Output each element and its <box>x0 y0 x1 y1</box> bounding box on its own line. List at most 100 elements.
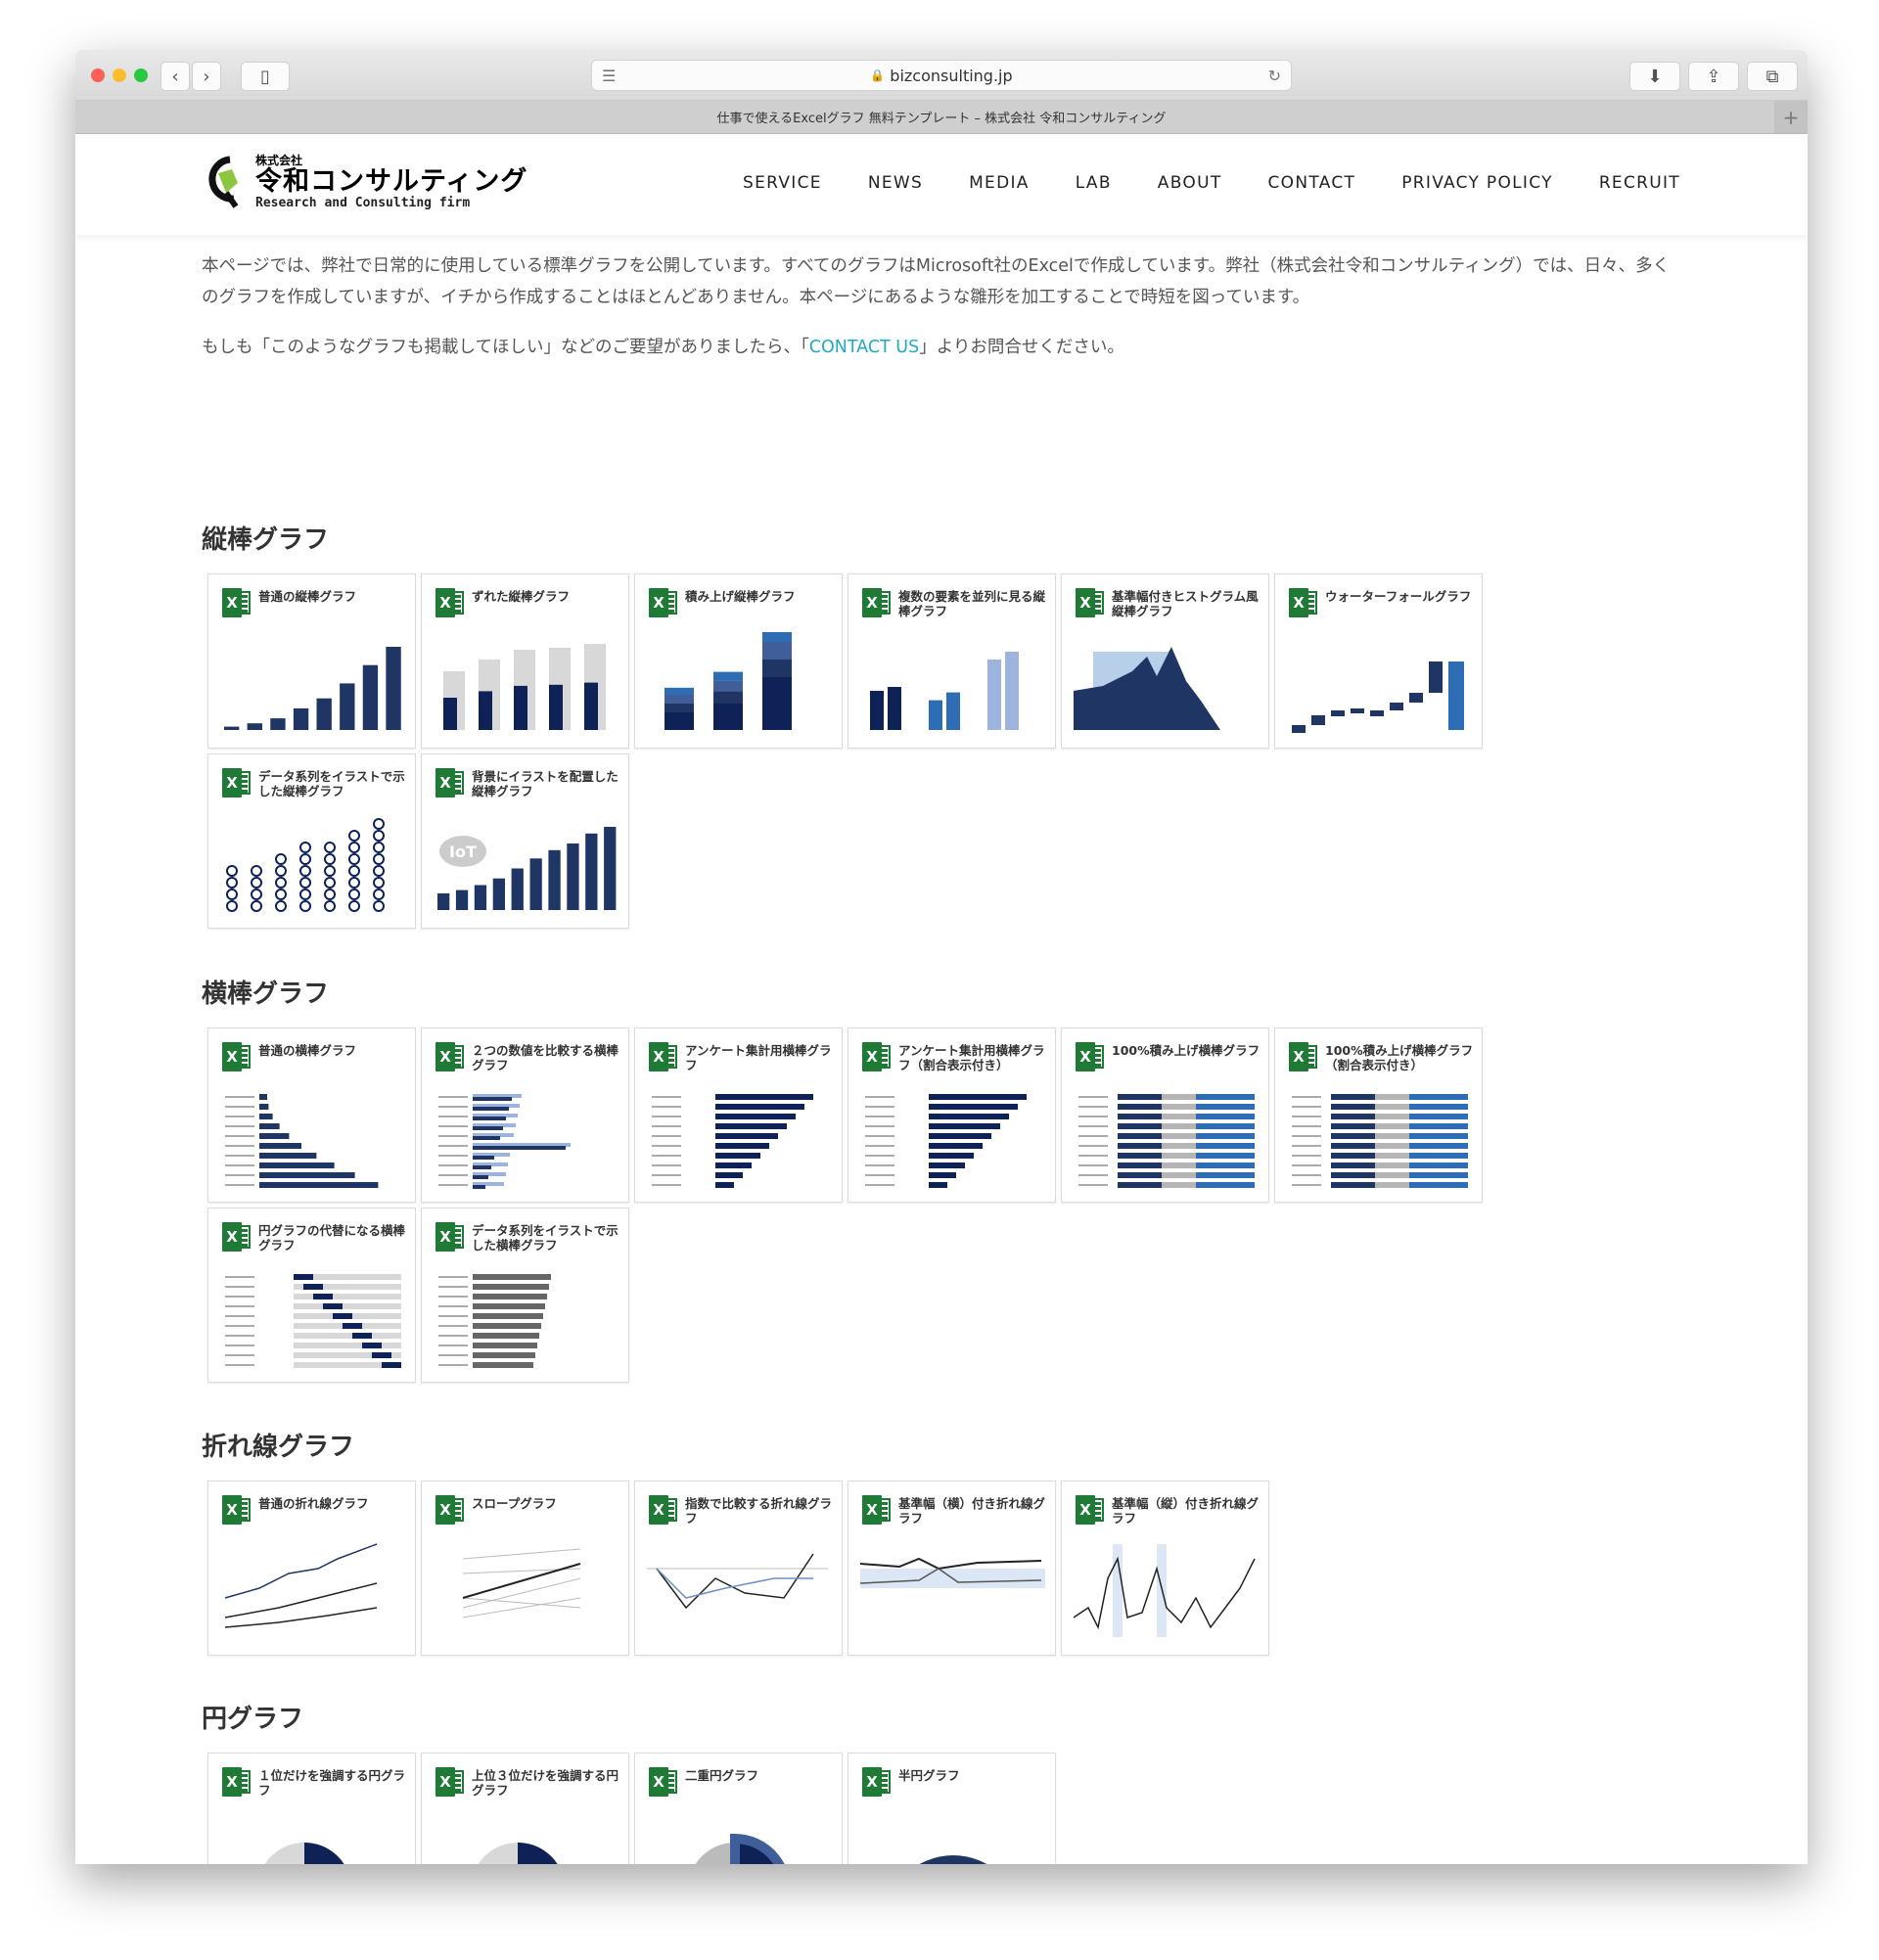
nav-recruit[interactable]: RECRUIT <box>1599 173 1680 193</box>
chart-template-card[interactable]: X ずれた縦棒グラフ <box>421 573 629 749</box>
share-icon[interactable]: ⇪ <box>1688 62 1739 91</box>
nav-news[interactable]: NEWS <box>868 173 923 193</box>
chart-thumbnail <box>443 644 606 730</box>
card-title: スロープグラフ <box>472 1496 557 1511</box>
chart-thumbnail <box>224 647 401 730</box>
chart-template-card[interactable]: X 背景にイラストを配置した縦棒グラフ IoT <box>421 753 629 929</box>
chart-template-card[interactable]: X 100%積み上げ横棒グラフ（割合表示付き） <box>1274 1027 1483 1203</box>
chart-template-card[interactable]: X 普通の縦棒グラフ <box>207 573 416 749</box>
download-icon[interactable]: ⬇ <box>1629 62 1680 91</box>
contact-text-after: 」よりお問合せください。 <box>919 338 1124 357</box>
excel-icon: X <box>435 1767 465 1797</box>
excel-icon: X <box>222 1222 252 1252</box>
address-bar[interactable]: ☰ 🔒 bizconsulting.jp ↻ <box>591 60 1292 91</box>
chart-thumbnail <box>438 1094 571 1189</box>
plus-icon[interactable]: + <box>1774 101 1808 133</box>
forward-icon[interactable]: › <box>192 62 221 91</box>
excel-icon: X <box>1289 1042 1318 1071</box>
chart-template-card[interactable]: X １位だけを強調する円グラフ <box>207 1753 416 1864</box>
chart-thumbnail <box>919 1855 987 1864</box>
chart-template-card[interactable]: X 普通の折れ線グラフ <box>207 1481 416 1656</box>
tab-active[interactable]: 仕事で使えるExcelグラフ 無料テンプレート – 株式会社 令和コンサルティン… <box>717 108 1167 126</box>
chart-thumbnail <box>226 818 385 912</box>
reload-icon[interactable]: ↻ <box>1268 67 1281 85</box>
chart-template-card[interactable]: X データ系列をイラストで示した横棒グラフ <box>421 1208 629 1383</box>
chart-template-card[interactable]: X スロープグラフ <box>421 1481 629 1656</box>
excel-icon: X <box>435 1042 465 1071</box>
chart-thumbnail <box>652 1094 813 1188</box>
chart-thumbnail <box>647 1553 828 1610</box>
chart-thumbnail <box>1292 661 1464 733</box>
section-title: 円グラフ <box>202 1705 304 1734</box>
chart-thumbnail: IoT <box>437 827 617 910</box>
chart-template-card[interactable]: X データ系列をイラストで示した縦棒グラフ <box>207 753 416 929</box>
nav-privacy-policy[interactable]: PRIVACY POLICY <box>1401 173 1553 193</box>
chart-thumbnail <box>225 1274 401 1368</box>
chart-template-card[interactable]: X 基準幅（横）付き折れ線グラフ <box>848 1481 1056 1656</box>
tabs-icon[interactable]: ⧉ <box>1747 62 1798 91</box>
contact-us-link[interactable]: CONTACT US <box>809 338 919 357</box>
excel-icon: X <box>435 1495 465 1525</box>
chart-thumbnail <box>1078 1094 1255 1188</box>
chart-template-card[interactable]: X 普通の横棒グラフ <box>207 1027 416 1203</box>
card-title: アンケート集計用横棒グラフ（割合表示付き） <box>898 1043 1045 1072</box>
excel-icon: X <box>1289 588 1318 617</box>
chart-thumbnail <box>865 1094 1027 1188</box>
logo-small: 株式会社 <box>255 154 303 167</box>
excel-icon: X <box>435 1222 465 1252</box>
nav-lab[interactable]: LAB <box>1076 173 1112 193</box>
close-window-button[interactable] <box>91 68 105 82</box>
chart-thumbnail <box>225 1094 379 1188</box>
card-title: 普通の横棒グラフ <box>258 1043 357 1058</box>
zoom-window-button[interactable] <box>134 68 148 82</box>
card-title: ずれた縦棒グラフ <box>472 589 571 604</box>
sidebar-icon[interactable]: ▯ <box>241 62 290 91</box>
chart-template-card[interactable]: X 100%積み上げ横棒グラフ <box>1061 1027 1269 1203</box>
excel-icon: X <box>1076 588 1105 617</box>
excel-icon: X <box>862 1042 892 1071</box>
chart-template-card[interactable]: X 基準幅付きヒストグラム風縦棒グラフ <box>1061 573 1269 749</box>
chart-template-card[interactable]: X アンケート集計用横棒グラフ（割合表示付き） <box>848 1027 1056 1203</box>
chart-thumbnail <box>1292 1094 1468 1188</box>
logo[interactable]: 株式会社 令和コンサルティング Research and Consulting … <box>201 154 527 210</box>
nav-media[interactable]: MEDIA <box>969 173 1030 193</box>
chart-template-card[interactable]: X 二重円グラフ <box>634 1753 843 1864</box>
card-title: 100%積み上げ横棒グラフ <box>1112 1043 1260 1058</box>
chart-template-card[interactable]: X 円グラフの代替になる横棒グラフ <box>207 1208 416 1383</box>
logo-name: 令和コンサルティング <box>255 166 528 197</box>
chart-template-card[interactable]: X 上位３位だけを強調する円グラフ <box>421 1753 629 1864</box>
card-title: ウォーターフォールグラフ <box>1325 589 1472 604</box>
card-title: データ系列をイラストで示した横棒グラフ <box>472 1223 619 1253</box>
chart-template-card[interactable]: X ２つの数値を比較する横棒グラフ <box>421 1027 629 1203</box>
nav-about[interactable]: ABOUT <box>1158 173 1222 193</box>
chart-thumbnail <box>665 632 792 730</box>
chart-thumbnail <box>870 652 1019 730</box>
excel-icon: X <box>649 1767 678 1797</box>
excel-icon: X <box>222 1767 252 1797</box>
card-title: 積み上げ縦棒グラフ <box>685 589 796 604</box>
browser-window: ‹ › ▯ ☰ 🔒 bizconsulting.jp ↻ ⬇ ⇪ ⧉ 仕事で使え… <box>75 50 1808 1864</box>
logo-mark-icon <box>208 156 239 208</box>
excel-icon: X <box>222 1042 252 1071</box>
nav-contact[interactable]: CONTACT <box>1268 173 1356 193</box>
chart-thumbnail <box>462 1548 581 1618</box>
chart-template-card[interactable]: X アンケート集計用横棒グラフ <box>634 1027 843 1203</box>
section-1: 横棒グラフ X 普通の横棒グラフ X ２つの数値を比較する横棒グラフ X アンケ… <box>202 974 1483 1383</box>
excel-icon: X <box>862 588 892 617</box>
card-title: 上位３位だけを強調する円グラフ <box>472 1768 619 1798</box>
nav-service[interactable]: SERVICE <box>743 173 822 193</box>
chart-template-card[interactable]: X 積み上げ縦棒グラフ <box>634 573 843 749</box>
chart-template-card[interactable]: X ウォーターフォールグラフ <box>1274 573 1483 749</box>
reader-icon[interactable]: ☰ <box>602 67 616 85</box>
chart-template-card[interactable]: X 複数の要素を並列に見る縦棒グラフ <box>848 573 1056 749</box>
chart-template-card[interactable]: X 半円グラフ <box>848 1753 1056 1864</box>
excel-icon: X <box>435 768 465 798</box>
lock-icon: 🔒 <box>870 68 886 82</box>
minimize-window-button[interactable] <box>113 68 126 82</box>
back-icon[interactable]: ‹ <box>160 62 190 91</box>
contact-text-before: もしも「このようなグラフも掲載してほしい」などのご要望がありましたら、「 <box>202 338 809 357</box>
chart-template-card[interactable]: X 指数で比較する折れ線グラフ <box>634 1481 843 1656</box>
card-title: 基準幅（横）付き折れ線グラフ <box>898 1496 1046 1526</box>
chart-thumbnail <box>695 1833 785 1864</box>
chart-template-card[interactable]: X 基準幅（縦）付き折れ線グラフ <box>1061 1481 1269 1656</box>
